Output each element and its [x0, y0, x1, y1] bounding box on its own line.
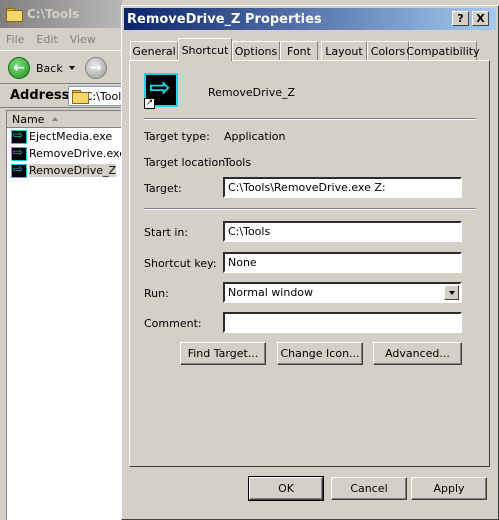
list-item[interactable]: RemoveDrive.exe — [7, 145, 126, 162]
find-target-button[interactable]: Find Target... — [180, 342, 266, 365]
explorer-toolbar: ← Back → — [0, 50, 122, 84]
explorer-menu-bar: File Edit View — [0, 28, 122, 50]
back-arrow-icon: ← — [8, 57, 30, 79]
shortcut-tab-panel: ⇨ ↗ RemoveDrive_Z Target type: Applicati… — [129, 60, 490, 467]
run-select[interactable]: Normal window — [223, 282, 462, 303]
shortcut-icon — [11, 162, 27, 178]
back-dropdown-icon[interactable] — [68, 66, 75, 70]
shortcut-key-input[interactable]: None — [223, 252, 462, 273]
file-name: RemoveDrive_Z — [29, 164, 117, 177]
advanced-button[interactable]: Advanced... — [373, 342, 462, 365]
start-in-input[interactable]: C:\Tools — [223, 221, 462, 242]
tab-shortcut[interactable]: Shortcut — [178, 38, 232, 61]
target-type-label: Target type: — [144, 130, 210, 143]
address-label: Address — [10, 88, 70, 103]
comment-input[interactable] — [223, 312, 462, 333]
shortcut-large-icon: ⇨ ↗ — [144, 73, 178, 109]
dropdown-arrow-icon[interactable] — [444, 285, 459, 300]
menu-view[interactable]: View — [70, 33, 96, 46]
address-folder-icon — [72, 90, 89, 104]
forward-arrow-icon[interactable]: → — [84, 57, 107, 79]
name-column-header[interactable]: Name — [7, 111, 122, 128]
tab-options[interactable]: Options — [232, 41, 280, 60]
change-icon-button[interactable]: Change Icon... — [277, 342, 363, 365]
dialog-title-bar[interactable]: RemoveDrive_Z Properties ? X — [124, 8, 496, 30]
shortcut-key-label: Shortcut key: — [144, 257, 217, 270]
tab-colors[interactable]: Colors — [367, 41, 409, 60]
shortcut-overlay-icon: ↗ — [144, 98, 155, 109]
explorer-title: C:\Tools — [27, 7, 80, 21]
ok-button[interactable]: OK — [248, 476, 324, 501]
name-column-label: Name — [12, 112, 45, 126]
dialog-title: RemoveDrive_Z Properties — [127, 11, 322, 27]
list-item[interactable]: EjectMedia.exe — [7, 128, 122, 145]
tab-compatibility[interactable]: Compatibility — [406, 41, 480, 60]
exe-icon — [11, 128, 27, 144]
tab-font[interactable]: Font — [280, 41, 318, 60]
start-in-label: Start in: — [144, 226, 189, 239]
address-bar: Address C:\Tools — [0, 84, 128, 108]
target-location-label: Target location: — [144, 156, 229, 169]
target-label: Target: — [144, 182, 182, 195]
shortcut-name: RemoveDrive_Z — [208, 86, 296, 99]
apply-button[interactable]: Apply — [411, 477, 487, 500]
tab-layout[interactable]: Layout — [321, 41, 367, 60]
comment-label: Comment: — [144, 317, 202, 330]
menu-file[interactable]: File — [6, 33, 24, 46]
target-location-value: Tools — [224, 156, 252, 169]
separator — [144, 208, 476, 210]
file-name: RemoveDrive.exe — [29, 147, 126, 160]
file-list[interactable]: Name EjectMedia.exe RemoveDrive.exe Remo… — [6, 110, 126, 520]
exe-icon — [11, 145, 27, 161]
back-label: Back — [36, 61, 63, 75]
file-name: EjectMedia.exe — [29, 130, 113, 143]
cancel-button[interactable]: Cancel — [331, 477, 407, 500]
properties-dialog: RemoveDrive_Z Properties ? X General Sho… — [121, 5, 499, 520]
explorer-title-bar[interactable]: C:\Tools — [0, 0, 122, 28]
sort-ascending-icon — [52, 117, 59, 121]
separator — [144, 118, 476, 120]
target-input[interactable]: C:\Tools\RemoveDrive.exe Z: — [223, 177, 462, 198]
close-button[interactable]: X — [472, 11, 489, 26]
address-input[interactable]: C:\Tools — [68, 86, 128, 106]
explorer-window: C:\Tools File Edit View ← Back → Address… — [0, 0, 128, 520]
help-button[interactable]: ? — [452, 11, 469, 26]
folder-icon — [6, 8, 23, 22]
list-item-selected[interactable]: RemoveDrive_Z — [7, 162, 122, 179]
run-selected-value: Normal window — [228, 286, 314, 299]
menu-edit[interactable]: Edit — [36, 33, 57, 46]
target-type-value: Application — [224, 130, 286, 143]
run-label: Run: — [144, 287, 169, 300]
tab-general[interactable]: General — [130, 41, 178, 60]
back-button[interactable]: ← Back → — [8, 56, 107, 80]
